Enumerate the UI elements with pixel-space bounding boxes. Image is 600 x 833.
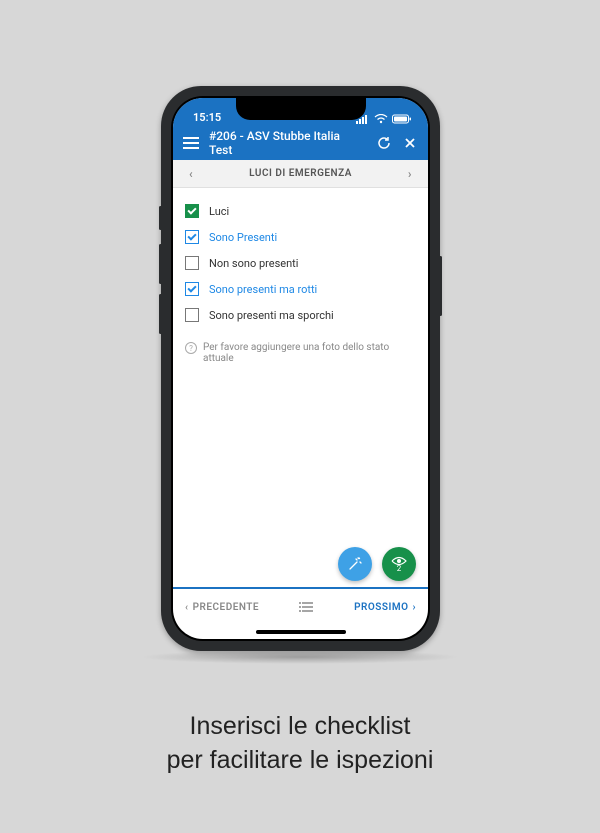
side-button <box>439 256 442 316</box>
checklist-item[interactable]: Sono presenti ma rotti <box>185 276 416 302</box>
app-header: #206 - ASV Stubbe Italia Test <box>173 126 428 160</box>
checkbox-checked-icon[interactable] <box>185 230 199 244</box>
checklist-item[interactable]: Non sono presenti <box>185 250 416 276</box>
list-icon[interactable] <box>299 601 315 613</box>
wifi-icon <box>374 114 388 124</box>
checklist-label: Sono Presenti <box>209 231 277 244</box>
bottom-nav: ‹ PRECEDENTE PROSSIMO › <box>173 589 428 625</box>
menu-icon[interactable] <box>183 137 199 149</box>
notch <box>236 98 366 120</box>
hint-row: ? Per favore aggiungere una foto dello s… <box>185 328 416 364</box>
caption: Inserisci le checklist per facilitare le… <box>0 710 600 778</box>
close-icon[interactable] <box>402 135 418 151</box>
status-time: 15:15 <box>193 111 221 124</box>
section-next-icon[interactable]: › <box>404 167 416 181</box>
section-prev-icon[interactable]: ‹ <box>185 167 197 181</box>
chevron-right-icon: › <box>412 602 416 613</box>
battery-icon <box>392 114 412 124</box>
checklist-item[interactable]: Luci <box>185 198 416 224</box>
prev-button[interactable]: ‹ PRECEDENTE <box>185 602 259 613</box>
next-label: PROSSIMO <box>354 602 408 613</box>
checkbox-checked-icon[interactable] <box>185 282 199 296</box>
fab-view-button[interactable]: 2 <box>382 547 416 581</box>
checkbox-checked-icon[interactable] <box>185 204 199 218</box>
caption-line: Inserisci le checklist <box>0 710 600 744</box>
phone-shadow <box>140 650 460 664</box>
checklist-item[interactable]: Sono Presenti <box>185 224 416 250</box>
app-title: #206 - ASV Stubbe Italia Test <box>209 129 366 157</box>
checklist-label: Sono presenti ma sporchi <box>209 309 334 322</box>
section-title: LUCI DI EMERGENZA <box>249 168 352 179</box>
content-area: Luci Sono Presenti Non sono presenti Son… <box>173 188 428 587</box>
home-indicator <box>173 625 428 639</box>
checkbox-unchecked-icon[interactable] <box>185 256 199 270</box>
checklist-label: Luci <box>209 205 229 218</box>
next-button[interactable]: PROSSIMO › <box>354 602 416 613</box>
question-icon: ? <box>185 342 197 354</box>
hint-text: Per favore aggiungere una foto dello sta… <box>203 342 416 364</box>
fab-action-button[interactable] <box>338 547 372 581</box>
phone-frame: 15:15 #206 - ASV Stubbe Italia Test <box>161 86 440 651</box>
checkbox-unchecked-icon[interactable] <box>185 308 199 322</box>
prev-label: PRECEDENTE <box>193 602 259 613</box>
side-button <box>159 206 162 230</box>
fab-count: 2 <box>397 565 402 573</box>
checklist-label: Non sono presenti <box>209 257 298 270</box>
section-nav: ‹ LUCI DI EMERGENZA › <box>173 160 428 188</box>
side-button <box>159 244 162 284</box>
checklist-item[interactable]: Sono presenti ma sporchi <box>185 302 416 328</box>
checklist-label: Sono presenti ma rotti <box>209 283 317 296</box>
caption-line: per facilitare le ispezioni <box>0 744 600 778</box>
refresh-icon[interactable] <box>376 135 392 151</box>
wand-icon <box>347 556 363 572</box>
chevron-left-icon: ‹ <box>185 602 189 613</box>
side-button <box>159 294 162 334</box>
